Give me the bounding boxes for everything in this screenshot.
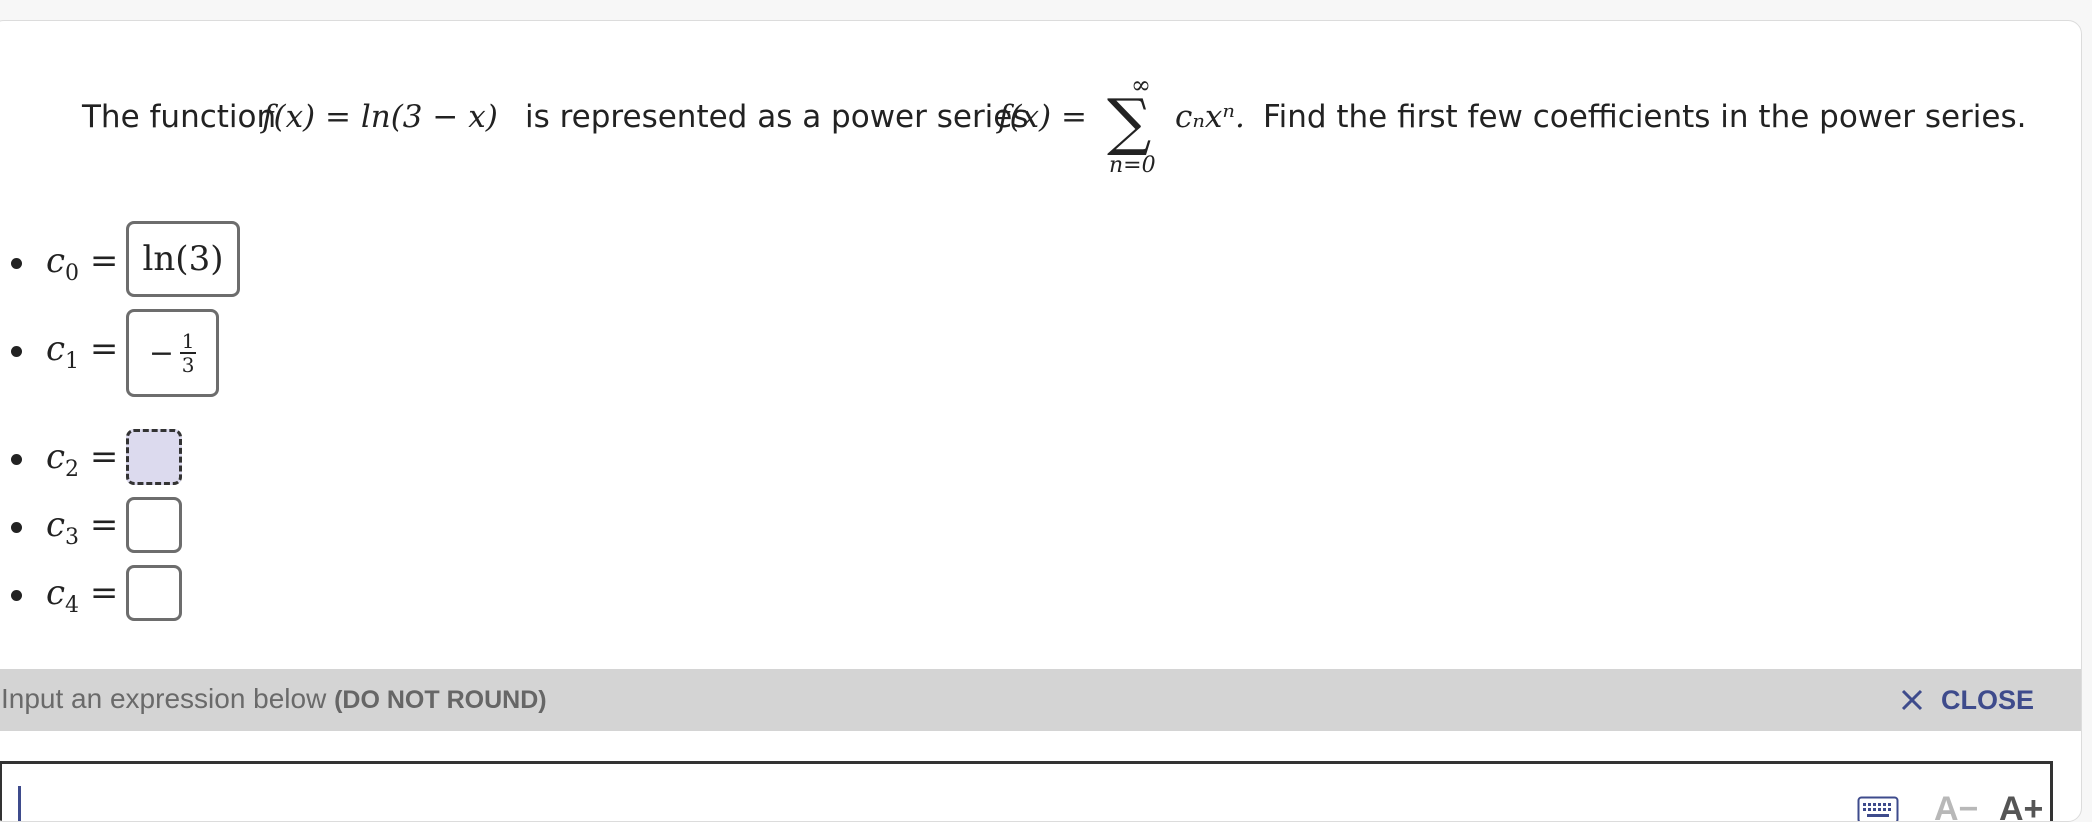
text-caret [18,786,21,822]
close-x-icon [1901,689,1923,711]
prompt-mid: is represented as a power series [525,99,1029,135]
function-definition: f(x) = ln(3 − x) [262,99,498,135]
bullet [11,454,22,465]
bullet [11,346,22,357]
coefficient-label: c1 = [46,329,118,374]
series-term: cₙxⁿ. [1175,99,1245,135]
answer-value [129,432,179,482]
coefficient-label: c3 = [46,505,118,550]
answer-value [129,568,179,618]
answer-value: − 1 3 [129,312,216,394]
bullet [11,258,22,269]
question-card: The function f(x) = ln(3 − x) is represe… [0,20,2082,822]
answer-box-c2[interactable] [126,429,182,485]
expression-input[interactable]: A− A+ [0,761,2053,822]
keyboard-icon[interactable] [1857,796,1899,822]
prompt-intro: The function [82,99,276,135]
input-hint: Input an expression below (DO NOT ROUND) [1,683,547,715]
input-toolbar: Input an expression below (DO NOT ROUND)… [0,669,2081,731]
answer-value [129,500,179,550]
coefficient-label: c2 = [46,437,118,482]
font-increase-button[interactable]: A+ [1999,790,2043,822]
answer-box-c1[interactable]: − 1 3 [126,309,219,397]
series-lhs: f(x) = [998,99,1087,135]
font-decrease-button[interactable]: A− [1934,790,1978,822]
answer-box-c0[interactable]: ln(3) [126,221,240,297]
fraction: 1 3 [180,330,196,376]
answer-value: ln(3) [129,224,237,294]
prompt-tail: Find the first few coefficients in the p… [1263,99,2026,135]
bullet [11,590,22,601]
close-label: CLOSE [1941,685,2034,716]
summation-lower-limit: n=0 [1109,153,1156,178]
coefficient-label: c4 = [46,573,118,618]
bullet [11,522,22,533]
coefficient-label: c0 = [46,241,118,286]
answer-box-c4[interactable] [126,565,182,621]
answer-box-c3[interactable] [126,497,182,553]
close-button[interactable]: CLOSE [1901,681,2034,719]
question-prompt: The function f(x) = ln(3 − x) is represe… [82,73,2072,193]
summation-symbol: ∑ [1107,91,1151,153]
